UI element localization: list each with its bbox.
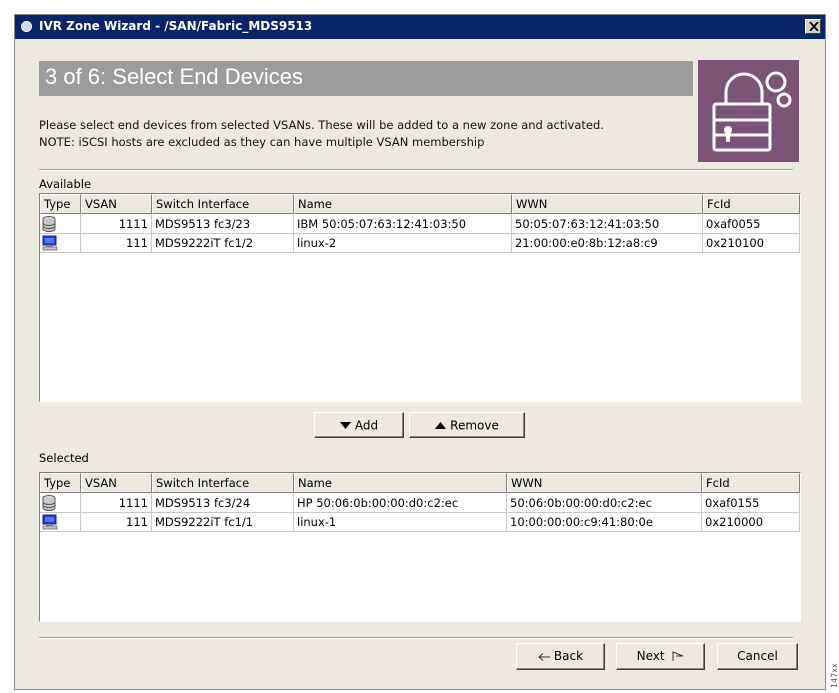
table-row[interactable]: 111 MDS9222iT fc1/2 linux-2 21:00:00:e0:… [40, 234, 800, 253]
fcid-cell: 0x210000 [702, 513, 800, 532]
cancel-button[interactable]: Cancel [717, 643, 798, 670]
switch-interface-cell: MDS9222iT fc1/2 [152, 234, 294, 253]
footer-separator [39, 637, 793, 639]
column-header-fcid[interactable]: FcId [703, 194, 800, 214]
triangle-down-icon [339, 422, 351, 429]
lock-icon [698, 60, 799, 162]
header-separator [39, 169, 793, 171]
column-header-switch-interface[interactable]: Switch Interface [152, 194, 294, 214]
name-cell: linux-2 [294, 234, 512, 253]
vsan-cell: 1111 [81, 494, 152, 513]
column-header-name[interactable]: Name [294, 473, 507, 493]
column-header-vsan[interactable]: VSAN [81, 194, 152, 214]
column-header-type[interactable]: Type [40, 194, 81, 214]
next-button[interactable]: Next [616, 643, 705, 670]
host-icon [42, 514, 58, 530]
column-header-type[interactable]: Type [40, 473, 81, 493]
switch-interface-cell: MDS9513 fc3/24 [152, 494, 294, 513]
wwn-cell: 50:05:07:63:12:41:03:50 [512, 215, 703, 234]
storage-icon [42, 216, 56, 232]
vsan-cell: 1111 [81, 215, 152, 234]
wizard-content: 3 of 6: Select End Devices Please select… [15, 39, 825, 689]
figure-id-text: 147xx [830, 663, 839, 688]
type-cell [40, 215, 81, 234]
available-table-header: Type VSAN Switch Interface Name WWN FcId [40, 194, 800, 215]
available-label: Available [39, 177, 92, 191]
column-header-vsan[interactable]: VSAN [81, 473, 152, 493]
available-table[interactable]: Type VSAN Switch Interface Name WWN FcId… [39, 193, 801, 402]
storage-icon [42, 495, 56, 511]
triangle-up-icon [435, 422, 447, 429]
selected-table-header: Type VSAN Switch Interface Name WWN FcId [40, 473, 800, 494]
close-button[interactable] [805, 19, 821, 34]
window-title: IVR Zone Wizard - /SAN/Fabric_MDS9513 [39, 19, 313, 33]
column-header-wwn[interactable]: WWN [507, 473, 702, 493]
type-cell [40, 513, 81, 532]
switch-interface-cell: MDS9513 fc3/23 [152, 215, 294, 234]
step-description: Please select end devices from selected … [39, 117, 689, 151]
type-cell [40, 234, 81, 253]
back-button[interactable]: Back [516, 643, 605, 670]
close-icon [809, 22, 819, 31]
title-bar[interactable]: IVR Zone Wizard - /SAN/Fabric_MDS9513 [15, 15, 825, 39]
fcid-cell: 0xaf0155 [702, 494, 800, 513]
wwn-cell: 10:00:00:00:c9:41:80:0e [507, 513, 702, 532]
name-cell: HP 50:06:0b:00:00:d0:c2:ec [294, 494, 507, 513]
table-row[interactable]: 111 MDS9222iT fc1/1 linux-1 10:00:00:00:… [40, 513, 800, 532]
remove-button[interactable]: Remove [409, 412, 525, 438]
description-line-1: Please select end devices from selected … [39, 118, 604, 132]
host-icon [42, 235, 58, 251]
name-cell: IBM 50:05:07:63:12:41:03:50 [294, 215, 512, 234]
selected-table[interactable]: Type VSAN Switch Interface Name WWN FcId… [39, 472, 801, 622]
add-button[interactable]: Add [314, 412, 404, 438]
table-row[interactable]: 1111 MDS9513 fc3/24 HP 50:06:0b:00:00:d0… [40, 494, 800, 513]
window-app-icon [21, 21, 32, 32]
vsan-cell: 111 [81, 234, 152, 253]
vsan-cell: 111 [81, 513, 152, 532]
column-header-switch-interface[interactable]: Switch Interface [152, 473, 294, 493]
column-header-wwn[interactable]: WWN [512, 194, 703, 214]
switch-interface-cell: MDS9222iT fc1/1 [152, 513, 294, 532]
name-cell: linux-1 [294, 513, 507, 532]
back-arrow-icon [538, 652, 550, 661]
next-arrow-icon [672, 651, 684, 661]
step-banner: 3 of 6: Select End Devices [39, 61, 693, 96]
type-cell [40, 494, 81, 513]
table-row[interactable]: 1111 MDS9513 fc3/23 IBM 50:05:07:63:12:4… [40, 215, 800, 234]
description-line-2: NOTE: iSCSI hosts are excluded as they c… [39, 135, 485, 149]
fcid-cell: 0xaf0055 [703, 215, 800, 234]
wwn-cell: 21:00:00:e0:8b:12:a8:c9 [512, 234, 703, 253]
column-header-fcid[interactable]: FcId [702, 473, 800, 493]
selected-label: Selected [39, 451, 89, 465]
column-header-name[interactable]: Name [294, 194, 512, 214]
fcid-cell: 0x210100 [703, 234, 800, 253]
wwn-cell: 50:06:0b:00:00:d0:c2:ec [507, 494, 702, 513]
step-title: 3 of 6: Select End Devices [45, 64, 304, 89]
figure-id-tag: 147xx [830, 640, 839, 690]
wizard-window: IVR Zone Wizard - /SAN/Fabric_MDS9513 3 … [14, 14, 826, 690]
